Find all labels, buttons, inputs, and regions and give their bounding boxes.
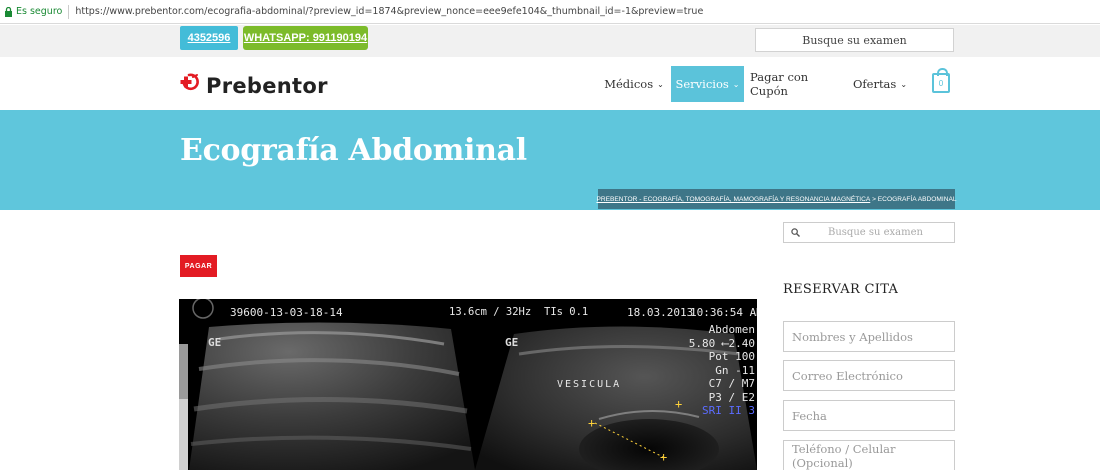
- date-field[interactable]: Fecha: [783, 400, 955, 431]
- whatsapp-button[interactable]: WHATSAPP: 991190194: [243, 26, 368, 50]
- nav-label: Pagar con Cupón: [750, 70, 809, 98]
- secure-label: Es seguro: [16, 6, 63, 17]
- chevron-down-icon: ⌄: [657, 79, 664, 89]
- us-tis: TIs 0.1: [544, 306, 589, 318]
- chevron-down-icon: ⌄: [900, 79, 908, 89]
- phone-button[interactable]: 4352596: [180, 26, 238, 50]
- cart-count: 0: [938, 78, 944, 88]
- svg-text:+: +: [675, 397, 682, 411]
- phone-field[interactable]: Teléfono / Celular (Opcional): [783, 440, 955, 470]
- sidebar-search-input[interactable]: Busque su examen: [783, 222, 955, 243]
- us-depth: 13.6cm / 32Hz: [449, 306, 532, 318]
- logo-text: Prebentor: [206, 73, 328, 98]
- page-title: Ecografía Abdominal: [180, 133, 527, 168]
- search-icon: [791, 228, 800, 237]
- url-text[interactable]: https://www.prebentor.com/ecografia-abdo…: [75, 6, 703, 17]
- reservar-heading: RESERVAR CITA: [783, 282, 899, 297]
- svg-text:+: +: [588, 416, 595, 430]
- nav-label: Ofertas: [852, 77, 897, 91]
- email-field[interactable]: Correo Electrónico: [783, 360, 955, 391]
- us-param: Abdomen: [708, 323, 755, 336]
- breadcrumb: PREBENTOR - ECOGRAFÍA, TOMOGRAFÍA, MAMOG…: [596, 189, 957, 209]
- us-param: 5.80 ⟵2.40: [688, 336, 755, 350]
- nav-label: Servicios: [675, 77, 729, 91]
- us-ge-left: GE: [208, 336, 222, 349]
- nav-ofertas[interactable]: Ofertas ⌄: [850, 66, 910, 102]
- sidebar-search-placeholder: Busque su examen: [828, 227, 923, 238]
- nav-label: Médicos: [604, 77, 654, 91]
- nav-medicos[interactable]: Médicos ⌄: [603, 66, 665, 102]
- us-date: 18.03.2013: [627, 306, 694, 319]
- pay-button[interactable]: PAGAR: [180, 255, 217, 277]
- us-time: 10:36:54 AM: [690, 306, 757, 319]
- us-patient-id: 39600-13-03-18-14: [230, 306, 343, 319]
- browser-address-bar[interactable]: Es seguro https://www.prebentor.com/ecog…: [0, 0, 1100, 24]
- breadcrumb-current: ECOGRAFÍA ABDOMINAL: [877, 195, 957, 203]
- site-logo[interactable]: Prebentor: [180, 72, 328, 99]
- breadcrumb-link[interactable]: PREBENTOR - ECOGRAFÍA, TOMOGRAFÍA, MAMOG…: [596, 196, 870, 203]
- nav-servicios[interactable]: Servicios ⌄: [671, 66, 744, 102]
- us-param: SRI II 3: [702, 404, 755, 417]
- divider: [68, 4, 70, 19]
- us-ge-right: GE: [505, 336, 519, 349]
- breadcrumb-separator: >: [870, 195, 878, 203]
- cart-icon[interactable]: 0: [932, 68, 950, 93]
- name-field[interactable]: Nombres y Apellidos: [783, 321, 955, 352]
- us-param: C7 / M7: [708, 377, 755, 390]
- us-param: Pot 100: [708, 350, 755, 363]
- lock-icon: [4, 6, 13, 17]
- us-label: VESICULA: [557, 379, 622, 390]
- ultrasound-scan: + + +: [179, 299, 757, 470]
- svg-text:+: +: [660, 450, 667, 464]
- nav-pagar-cupon[interactable]: Pagar con Cupón: [750, 66, 840, 102]
- us-param: Gn -11: [715, 363, 755, 377]
- top-search-input[interactable]: Busque su examen: [755, 28, 954, 52]
- ultrasound-image: + + + 39600-13-03-18-14 13.6cm / 32Hz TI…: [179, 299, 757, 470]
- logo-cross-icon: [180, 72, 202, 99]
- chevron-down-icon: ⌄: [732, 79, 740, 89]
- us-params: Abdomen 5.80 ⟵2.40 Pot 100 Gn -11 C7 / M…: [689, 323, 755, 418]
- us-param: P3 / E2: [708, 390, 755, 404]
